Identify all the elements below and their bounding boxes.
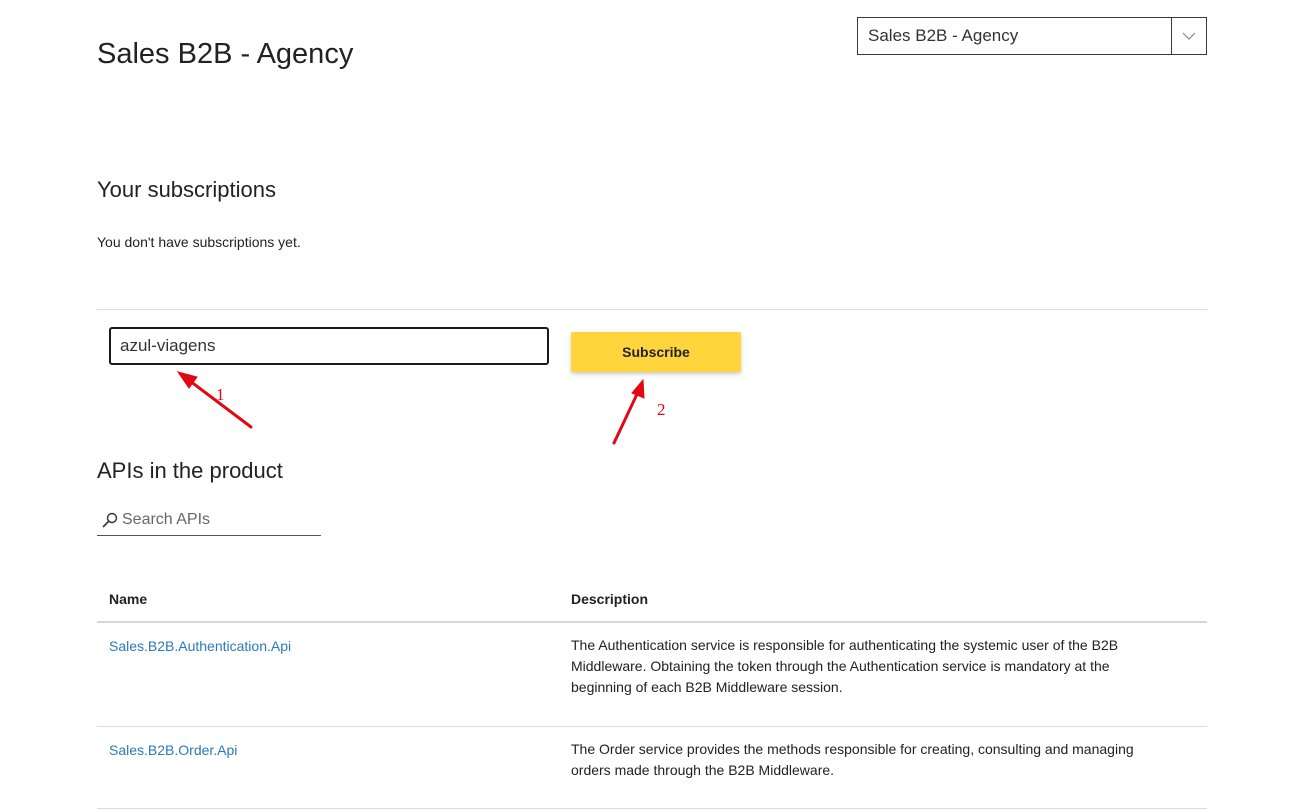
annotation-arrow-1 xyxy=(176,371,253,429)
api-description-order: The Order service provides the methods r… xyxy=(571,741,1134,778)
annotation-number-1: 1 xyxy=(216,385,225,404)
subscribe-button[interactable]: Subscribe xyxy=(571,332,741,372)
column-header-description: Description xyxy=(571,591,649,607)
table-row-divider xyxy=(97,726,1207,727)
apis-heading: APIs in the product xyxy=(97,458,283,483)
api-search[interactable] xyxy=(97,505,321,536)
chevron-down-icon[interactable] xyxy=(1171,18,1206,54)
api-link-authentication[interactable]: Sales.B2B.Authentication.Api xyxy=(109,638,291,654)
search-apis-input[interactable] xyxy=(120,511,317,529)
api-description-authentication: The Authentication service is responsibl… xyxy=(571,637,1119,695)
subscription-name-input[interactable] xyxy=(109,327,549,365)
table-row-divider xyxy=(97,808,1207,809)
search-icon xyxy=(100,510,120,530)
product-select[interactable]: Sales B2B - Agency xyxy=(857,17,1207,55)
api-link-order[interactable]: Sales.B2B.Order.Api xyxy=(109,742,237,758)
empty-subscriptions-message: You don't have subscriptions yet. xyxy=(97,234,301,250)
product-select-value: Sales B2B - Agency xyxy=(868,26,1019,45)
column-header-name: Name xyxy=(109,591,148,607)
section-divider xyxy=(97,309,1207,310)
annotation-arrow-2 xyxy=(612,378,645,445)
subscriptions-heading: Your subscriptions xyxy=(97,177,276,202)
annotation-number-2: 2 xyxy=(657,400,666,419)
page-title: Sales B2B - Agency xyxy=(97,38,354,70)
page: Sales B2B - Agency Sales B2B - Agency Yo… xyxy=(0,0,1309,812)
table-header-divider xyxy=(97,621,1207,623)
